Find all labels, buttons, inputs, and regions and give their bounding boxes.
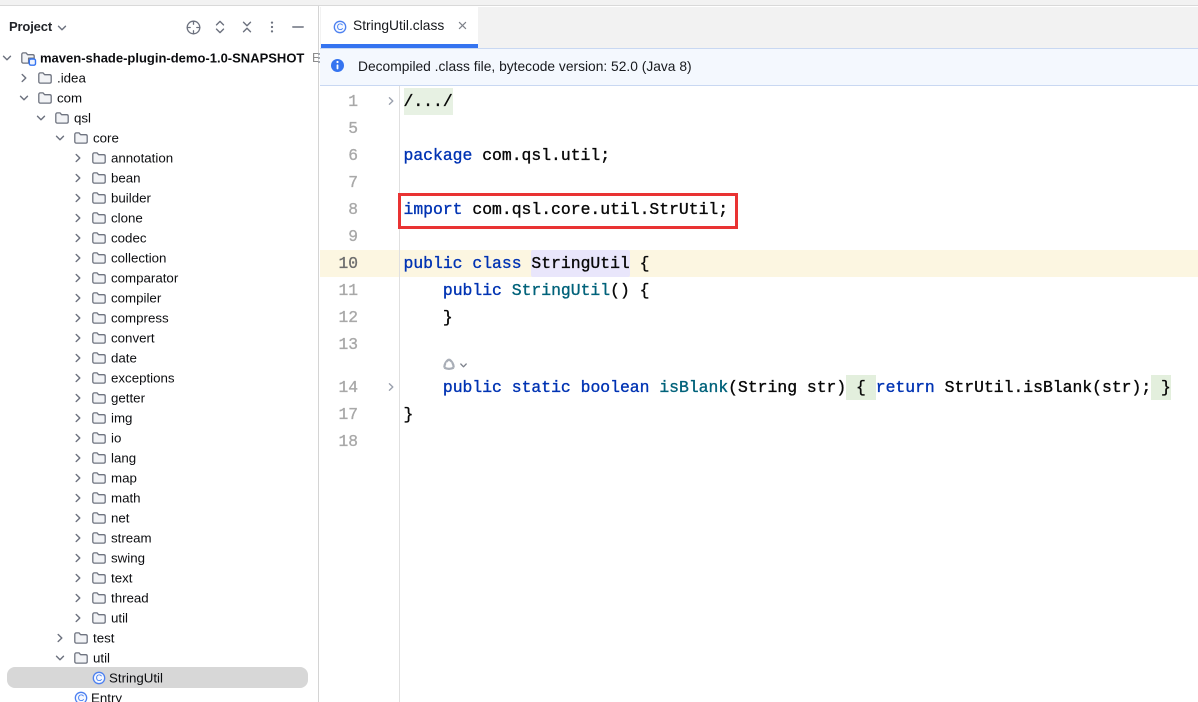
svg-text:C: C <box>96 673 103 683</box>
svg-text:C: C <box>337 22 344 32</box>
svg-text:C: C <box>78 693 85 702</box>
